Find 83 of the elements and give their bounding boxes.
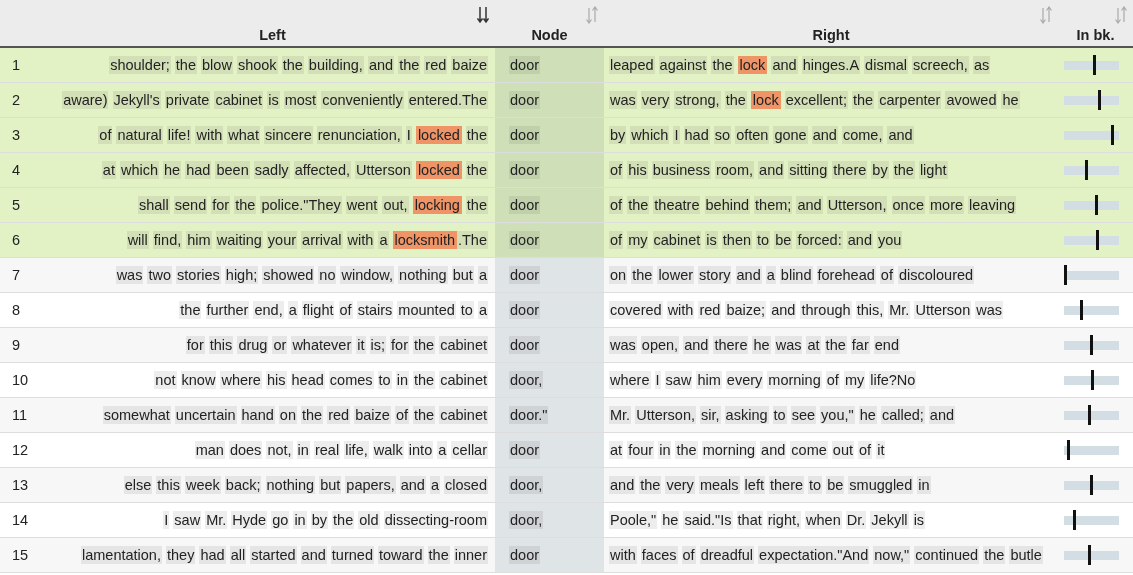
row-number: 3: [12, 127, 21, 143]
left-context: lamentation, they had all started and turned toward the inner: [80, 547, 488, 563]
table-row[interactable]: 2 aware) Jekyll's private cabinet is most conveniently entered.The door was very strong, the lock excellent; the carpenter avowed he: [0, 83, 1133, 118]
column-header[interactable]: Right: [812, 27, 850, 43]
node-word: door: [509, 301, 541, 319]
table-row[interactable]: 4 at which he had been sadly affected, Utterson locked the door of his business room, and sitting there by the light: [0, 153, 1133, 188]
table-row[interactable]: 11 somewhat uncertain hand on the red baize of the cabinet door." Mr. Utterson, sir, asking to see you," he called; and: [0, 398, 1133, 433]
table-row[interactable]: 7 was two stories high; showed no window, nothing but a door on the lower story and a blind forehead of discoloured: [0, 258, 1133, 293]
sort-icon[interactable]: [586, 6, 598, 24]
left-context: shoulder; the blow shook the building, and the red baize: [109, 57, 488, 73]
right-context: Mr. Utterson, sir, asking to see you," he called; and: [609, 407, 956, 423]
right-context: of my cabinet is then to be forced: and you: [609, 232, 903, 248]
left-context: at which he had been sadly affected, Utterson locked the: [101, 162, 488, 178]
row-number: 8: [12, 302, 21, 318]
right-context: by which I had so often gone and come, and: [609, 127, 914, 143]
node-word: door: [509, 196, 541, 214]
left-context: of natural life! with what sincere renunciation, I locked the: [98, 127, 488, 143]
left-context: shall send for the police."They went out, locking the: [137, 197, 488, 213]
node-word: door,: [509, 511, 544, 529]
right-context: of his business room, and sitting there by the light: [609, 162, 948, 178]
column-header[interactable]: Left: [259, 27, 286, 43]
left-context: will find, him waiting your arrival with a locksmith .The: [126, 232, 488, 248]
table-row[interactable]: 6 will find, him waiting your arrival with a locksmith .The door of my cabinet is then to be forced: and you: [0, 223, 1133, 258]
right-context: and the very meals left there to be smuggled in: [609, 477, 931, 493]
node-word: door: [509, 56, 541, 74]
node-word: door: [509, 266, 541, 284]
column-header[interactable]: Node: [531, 27, 568, 43]
node-word: door: [509, 546, 541, 564]
row-number: 1: [12, 57, 21, 73]
left-context: was two stories high; showed no window, nothing but a: [115, 267, 488, 283]
right-context: at four in the morning and come out of it: [609, 442, 886, 458]
table-row[interactable]: 9 for this drug or whatever it is; for the cabinet door was open, and there he was at the far end: [0, 328, 1133, 363]
node-word: door: [509, 161, 541, 179]
right-context: on the lower story and a blind forehead of discoloured: [609, 267, 975, 283]
row-number: 11: [12, 407, 28, 423]
table-row[interactable]: 10 not know where his head comes to in the cabinet door, where I saw him every morning of my life?No: [0, 363, 1133, 398]
row-number: 2: [12, 92, 21, 108]
row-number: 9: [12, 337, 21, 353]
left-context: not know where his head comes to in the cabinet: [154, 372, 488, 388]
row-number: 7: [12, 267, 21, 283]
left-context: the further end, a flight of stairs mounted to a: [179, 302, 488, 318]
node-word: door,: [509, 371, 544, 389]
row-number: 10: [12, 372, 29, 388]
right-context: with faces of dreadful expectation."And now," continued the butle: [609, 547, 1043, 563]
table-row[interactable]: 1 shoulder; the blow shook the building, and the red baize door leaped against the lock and hinges.A dismal screech, as: [0, 48, 1133, 83]
column-header[interactable]: In bk.: [1076, 27, 1115, 43]
row-number: 12: [12, 442, 29, 458]
node-word: door: [509, 126, 541, 144]
table-row[interactable]: 8 the further end, a flight of stairs mounted to a door covered with red baize; and through this, Mr. Utterson was: [0, 293, 1133, 328]
left-context: somewhat uncertain hand on the red baize of the cabinet: [102, 407, 488, 423]
right-context: was open, and there he was at the far end: [609, 337, 900, 353]
row-number: 5: [12, 197, 21, 213]
right-context: covered with red baize; and through this, Mr. Utterson was: [609, 302, 1004, 318]
node-word: door: [509, 231, 541, 249]
right-context: was very strong, the lock excellent; the carpenter avowed he: [609, 92, 1020, 108]
sorted-descending-icon[interactable]: [477, 6, 489, 24]
table-row[interactable]: 3 of natural life! with what sincere renunciation, I locked the door by which I had so often gone and come, and: [0, 118, 1133, 153]
left-context: for this drug or whatever it is; for the cabinet: [185, 337, 488, 353]
row-number: 6: [12, 232, 21, 248]
node-word: door: [509, 336, 541, 354]
left-context: aware) Jekyll's private cabinet is most conveniently entered.The: [62, 92, 488, 108]
left-context: man does not, in real life, walk into a cellar: [194, 442, 488, 458]
left-context: else this week back; nothing but papers, and a closed: [123, 477, 488, 493]
node-word: door.": [509, 406, 549, 424]
right-context: where I saw him every morning of my life?No: [609, 372, 917, 388]
table-row[interactable]: 13 else this week back; nothing but papers, and a closed door, and the very meals left there to be smuggled in: [0, 468, 1133, 503]
table-row[interactable]: 12 man does not, in real life, walk into a cellar door at four in the morning and come out of it: [0, 433, 1133, 468]
right-context: Poole," he said."Is that right, when Dr. Jekyll is: [609, 512, 926, 528]
node-word: door: [509, 441, 541, 459]
table-row[interactable]: 5 shall send for the police."They went out, locking the door of the theatre behind them; and Utterson, once more leaving: [0, 188, 1133, 223]
row-number: 4: [12, 162, 21, 178]
sort-icon[interactable]: [1040, 6, 1052, 24]
right-context: of the theatre behind them; and Utterson, once more leaving: [609, 197, 1016, 213]
table-row[interactable]: 14 I saw Mr. Hyde go in by the old dissecting-room door, Poole," he said."Is that right, when Dr. Jekyll is: [0, 503, 1133, 538]
row-number: 13: [12, 477, 29, 493]
table-row[interactable]: 15 lamentation, they had all started and turned toward the inner door with faces of dreadful expectation."And now," continued the butle: [0, 538, 1133, 573]
row-number: 15: [12, 547, 29, 563]
node-word: door,: [509, 476, 544, 494]
left-context: I saw Mr. Hyde go in by the old dissecting-room: [163, 512, 488, 528]
sort-icon[interactable]: [1115, 6, 1127, 24]
right-context: leaped against the lock and hinges.A dismal screech, as: [609, 57, 991, 73]
node-word: door: [509, 91, 541, 109]
row-number: 14: [12, 512, 29, 528]
